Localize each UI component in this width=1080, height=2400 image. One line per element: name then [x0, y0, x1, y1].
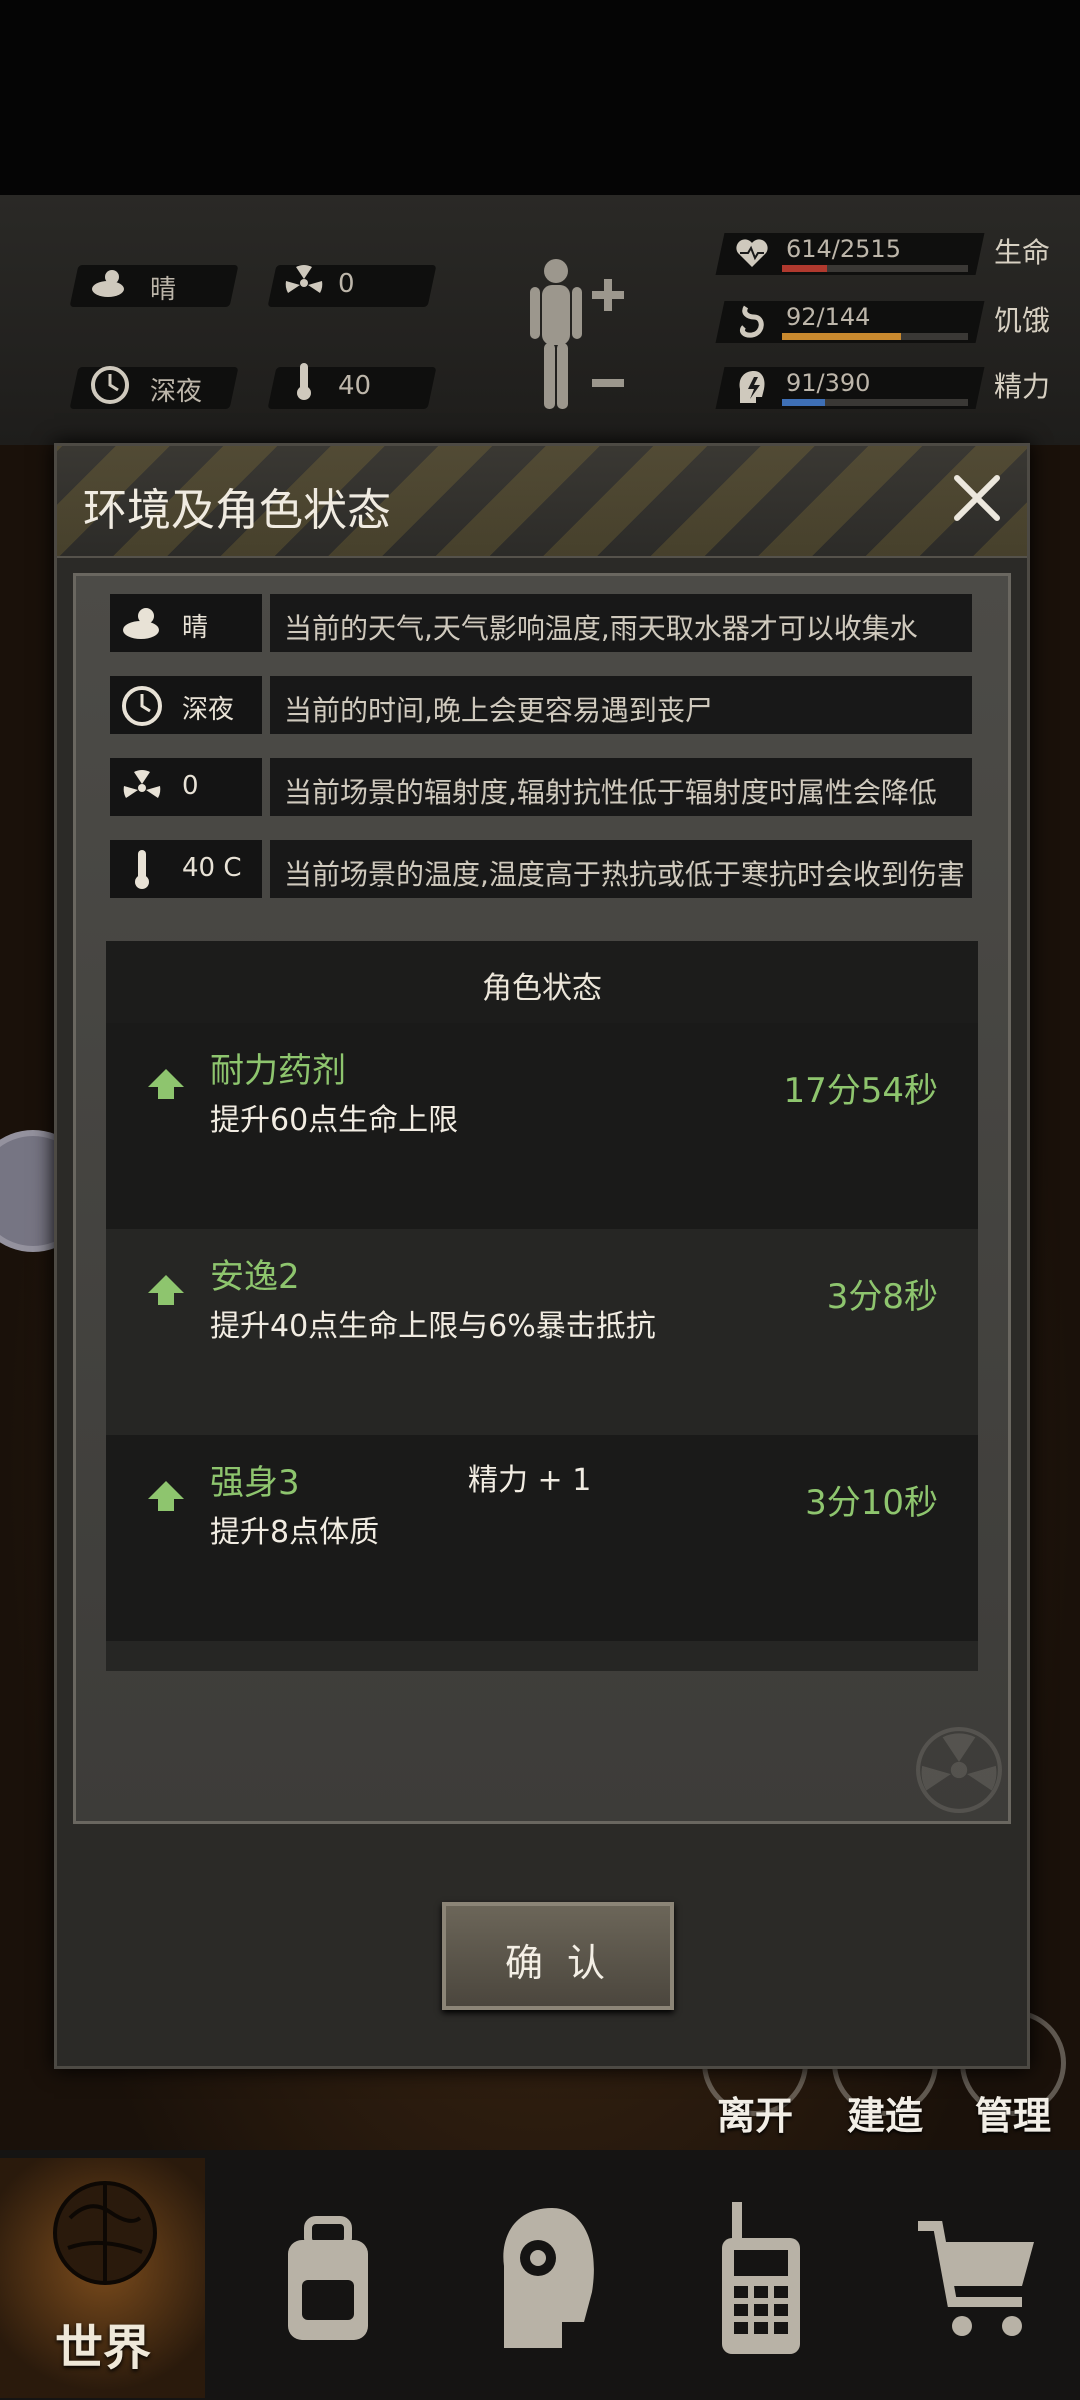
env-row-radiation: 0 当前场景的辐射度,辐射抗性低于辐射度时属性会降低: [110, 758, 972, 816]
radiation-watermark-icon: [916, 1727, 1002, 1813]
nav-world[interactable]: 世界: [0, 2158, 205, 2398]
env-row-temperature: 40 C 当前场景的温度,温度高于热抗或低于寒抗时会收到伤害: [110, 840, 972, 898]
sun-cloud-icon: [123, 608, 159, 639]
radiation-icon: [123, 770, 161, 798]
buff-item: 安逸2 提升40点生命上限与6%暴击抵抗 3分8秒: [106, 1229, 978, 1435]
close-icon[interactable]: [949, 470, 1005, 526]
radiation-icon: [285, 265, 323, 293]
health-bar-fill: [782, 265, 828, 272]
dialog-title: 环境及角色状态: [83, 485, 391, 536]
hunger-bar-fill: [782, 333, 902, 340]
heart-pulse-icon: [736, 239, 768, 267]
skills-head-icon[interactable]: [492, 2202, 602, 2352]
bottom-nav: 世界: [0, 2150, 1080, 2400]
sun-cloud-icon: [92, 270, 124, 297]
thermometer-icon: [135, 850, 149, 889]
dialog-header: 环境及角色状态: [57, 446, 1027, 558]
time-label: 深夜: [150, 377, 203, 407]
clock-icon: [91, 366, 129, 404]
health-stat: 614/2515 生命: [715, 225, 1050, 281]
radio-icon[interactable]: [716, 2198, 806, 2358]
env-row-time: 深夜 当前的时间,晚上会更容易遇到丧尸: [110, 676, 972, 734]
temperature-value: 40: [338, 371, 372, 401]
energy-stat: 91/390 精力: [715, 359, 1050, 415]
confirm-button[interactable]: 确 认: [442, 1902, 674, 2010]
shopping-cart-icon[interactable]: [912, 2216, 1042, 2346]
buff-item: 耐力药剂 提升60点生命上限 17分54秒: [106, 1023, 978, 1229]
environment-status-dialog: 环境及角色状态 晴 当前的天气,天气影响温度,雨天取水器才可以收集水 深夜 当前…: [54, 443, 1030, 2069]
character-status-list[interactable]: 角色状态 耐力药剂 提升60点生命上限 17分54秒 安逸2 提升40点生命上限…: [106, 941, 978, 1671]
thermometer-icon: [297, 363, 311, 400]
backpack-icon[interactable]: [268, 2210, 388, 2350]
buff-up-arrow-icon: [148, 1069, 184, 1099]
stomach-icon: [739, 305, 764, 338]
weather-label: 晴: [150, 275, 177, 305]
energy-bar-fill: [782, 399, 826, 406]
status-hud: 晴 0 深夜 40 614/2515 生命 92/144 饥饿 91/390 精…: [0, 195, 1080, 445]
dialog-content-panel: 晴 当前的天气,天气影响温度,雨天取水器才可以收集水 深夜 当前的时间,晚上会更…: [73, 573, 1011, 1824]
env-row-weather: 晴 当前的天气,天气影响温度,雨天取水器才可以收集水: [110, 594, 972, 652]
buff-up-arrow-icon: [148, 1481, 184, 1511]
status-list-header: 角色状态: [106, 941, 978, 1023]
globe-icon: [53, 2181, 157, 2285]
buff-item-partial: [106, 1641, 978, 1671]
radiation-value: 0: [338, 269, 355, 299]
energy-gain-toast: 精力 + 1: [468, 1463, 592, 1498]
buff-up-arrow-icon: [148, 1275, 184, 1305]
head-bolt-icon: [739, 371, 765, 403]
body-figure-icon[interactable]: [520, 255, 630, 415]
clock-icon: [122, 686, 162, 726]
hunger-stat: 92/144 饥饿: [715, 293, 1050, 349]
